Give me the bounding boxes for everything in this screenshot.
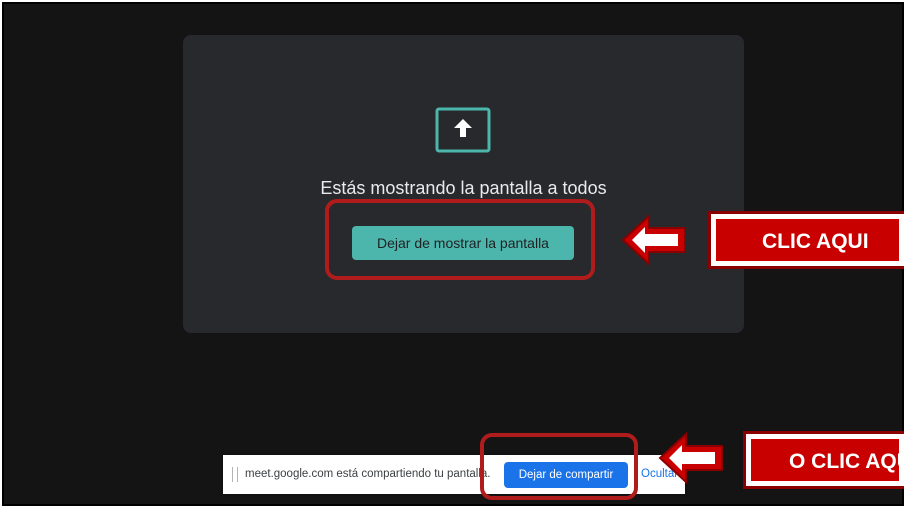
arrow-left-icon xyxy=(621,213,686,267)
callout-label-top: CLIC AQUI xyxy=(708,211,904,269)
callout-label-bottom: O CLIC AQUI xyxy=(743,431,904,489)
stop-sharing-button[interactable]: Dejar de compartir xyxy=(504,462,628,488)
chrome-share-bar: meet.google.com está compartiendo tu pan… xyxy=(223,455,685,494)
sharing-message: Estás mostrando la pantalla a todos xyxy=(320,178,607,198)
share-bar-message: meet.google.com está compartiendo tu pan… xyxy=(245,468,491,480)
drag-handle-icon[interactable] xyxy=(232,467,238,482)
stop-presenting-button[interactable]: Dejar de mostrar la pantalla xyxy=(352,226,574,260)
present-to-all-icon xyxy=(435,107,491,153)
arrow-left-icon-bottom xyxy=(658,431,723,485)
screen-share-card: Estás mostrando la pantalla a todos Deja… xyxy=(183,35,744,333)
